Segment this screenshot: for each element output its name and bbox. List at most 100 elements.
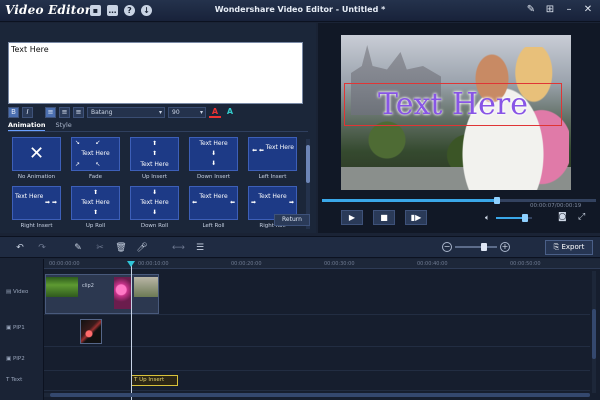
settings-icon[interactable]: ✎ bbox=[525, 4, 537, 16]
pip2-track[interactable] bbox=[44, 347, 590, 371]
export-button[interactable]: ⎘ Export bbox=[545, 240, 593, 255]
volume-knob[interactable] bbox=[521, 214, 528, 222]
effect-up-insert[interactable]: ⬆ ⬆ Text Here Up Insert bbox=[130, 137, 179, 185]
bold-button[interactable]: B bbox=[8, 106, 19, 118]
scrollbar-thumb[interactable] bbox=[50, 393, 590, 397]
fullscreen-icon[interactable]: ⤢ bbox=[578, 212, 585, 222]
effect-thumbnail: Text Here ➡ ➡ bbox=[12, 186, 61, 220]
delete-icon[interactable]: 🗑︎ bbox=[115, 242, 127, 254]
edit-icon[interactable]: ✎ bbox=[72, 242, 84, 254]
record-voice-icon[interactable]: 🎤︎ bbox=[136, 242, 148, 254]
effect-preview-text: Text Here bbox=[199, 140, 228, 147]
stop-button[interactable]: ■ bbox=[373, 210, 395, 225]
return-button[interactable]: Return bbox=[274, 214, 310, 226]
tab-style[interactable]: Style bbox=[55, 121, 71, 131]
split-icon[interactable]: ✂ bbox=[94, 242, 106, 254]
text-track[interactable] bbox=[44, 371, 590, 391]
ruler-tick: 00:00:30:00 bbox=[324, 261, 355, 267]
zoom-out-icon[interactable]: − bbox=[442, 242, 452, 252]
effect-label: Fade bbox=[89, 174, 102, 180]
arrow-down-icon: ⬇ bbox=[210, 150, 217, 157]
italic-button[interactable]: I bbox=[22, 106, 33, 118]
text-input[interactable]: Text Here bbox=[8, 42, 303, 104]
text-clip[interactable]: T Up Insert bbox=[131, 375, 178, 386]
align-left-button[interactable]: ≡ bbox=[45, 106, 56, 118]
scrollbar-thumb[interactable] bbox=[306, 145, 310, 183]
tab-animation[interactable]: Animation bbox=[8, 121, 46, 131]
timeline-vertical-scrollbar[interactable] bbox=[592, 271, 596, 393]
close-icon[interactable]: ✕ bbox=[582, 4, 594, 16]
chat-icon[interactable]: … bbox=[107, 5, 118, 16]
volume-icon[interactable]: 🔈︎ bbox=[485, 213, 490, 223]
effect-fade[interactable]: ↘ ↙ Text Here ↗ ↖ Fade bbox=[71, 137, 120, 185]
effect-up-roll[interactable]: ⬆ Text Here ⬆ Up Roll bbox=[71, 186, 120, 234]
playback-progress[interactable] bbox=[322, 197, 596, 204]
text-overlay[interactable]: Text Here bbox=[344, 83, 562, 126]
effect-label: Left Roll bbox=[202, 223, 225, 229]
progress-knob[interactable] bbox=[494, 197, 501, 204]
minimize-icon[interactable]: – bbox=[563, 4, 575, 16]
clip-thumbnail bbox=[46, 277, 78, 297]
effect-thumbnail: ⬆ ⬆ Text Here bbox=[130, 137, 179, 171]
clip-thumbnail bbox=[114, 277, 132, 309]
help-icon[interactable]: ? bbox=[124, 5, 135, 16]
save-icon[interactable]: ▪ bbox=[90, 5, 101, 16]
cart-icon[interactable]: ⊞ bbox=[544, 4, 556, 16]
scene-detect-icon[interactable]: ☰ bbox=[194, 242, 206, 254]
speed-icon[interactable]: ⟷ bbox=[172, 242, 185, 254]
pip-icon: ▣ bbox=[6, 356, 13, 362]
effect-thumbnail: ✕ bbox=[12, 137, 61, 171]
zoom-in-icon[interactable]: + bbox=[500, 242, 510, 252]
effect-label: Left Insert bbox=[258, 174, 287, 180]
track-name: Text bbox=[11, 377, 23, 383]
effect-left-insert[interactable]: ⬅ ⬅ Text Here Left Insert bbox=[248, 137, 297, 185]
zoom-slider[interactable] bbox=[455, 243, 497, 251]
align-center-button[interactable]: ≡ bbox=[59, 106, 70, 118]
arrow-up-icon: ⬆ bbox=[92, 209, 99, 216]
snapshot-icon[interactable]: ◙ bbox=[558, 212, 567, 222]
redo-icon[interactable]: ↷ bbox=[36, 242, 48, 254]
video-clip[interactable]: clip2 bbox=[45, 274, 159, 314]
scrollbar-thumb[interactable] bbox=[592, 309, 596, 359]
effect-right-insert[interactable]: Text Here ➡ ➡ Right Insert bbox=[12, 186, 61, 234]
download-icon[interactable]: ↓ bbox=[141, 5, 152, 16]
next-frame-button[interactable]: ▮▶ bbox=[405, 210, 427, 225]
font-family-select[interactable]: Batang ▾ bbox=[87, 106, 165, 118]
effect-thumbnail: Text Here ⬇ ⬇ bbox=[189, 137, 238, 171]
effect-down-insert[interactable]: Text Here ⬇ ⬇ Down Insert bbox=[189, 137, 238, 185]
zoom-knob[interactable] bbox=[481, 243, 488, 251]
track-pip1-label: ▣ PIP1 bbox=[6, 325, 25, 331]
effect-preview-text: Text Here bbox=[265, 144, 294, 151]
text-effect-button[interactable]: A bbox=[224, 107, 236, 118]
playhead[interactable] bbox=[131, 262, 132, 400]
video-preview[interactable]: Text Here bbox=[341, 35, 571, 190]
effect-right-roll[interactable]: ➡ Text Here ➡ Right Roll bbox=[248, 186, 297, 234]
timeline-toolbar: ↶ ↷ ✎ ✂ 🗑︎ 🎤︎ ⟷ ☰ − + ⎘ Export bbox=[0, 236, 600, 258]
play-button[interactable]: ▶ bbox=[341, 210, 363, 225]
pip-clip[interactable] bbox=[80, 319, 102, 344]
arrows-in-icon: ↗ ↖ bbox=[75, 161, 101, 168]
effect-left-roll[interactable]: ⬅ Text Here ⬅ Left Roll bbox=[189, 186, 238, 234]
undo-icon[interactable]: ↶ bbox=[14, 242, 26, 254]
align-right-button[interactable]: ≡ bbox=[73, 106, 84, 118]
arrow-right-icon: ➡ bbox=[288, 199, 294, 206]
ruler-tick: 00:00:10:00 bbox=[138, 261, 169, 267]
effect-no-animation[interactable]: ✕ No Animation bbox=[12, 137, 61, 185]
arrow-down-icon: ⬇ bbox=[151, 189, 158, 196]
text-color-button[interactable]: A bbox=[209, 107, 221, 118]
effect-down-roll[interactable]: ⬇ Text Here ⬇ Down Roll bbox=[130, 186, 179, 234]
effect-preview-text: Text Here bbox=[81, 199, 110, 206]
effect-tabs: Animation Style bbox=[8, 121, 72, 131]
pip1-track[interactable] bbox=[44, 315, 590, 347]
effect-thumbnail: ⬇ Text Here ⬇ bbox=[130, 186, 179, 220]
playhead-handle[interactable] bbox=[127, 261, 135, 267]
arrow-down-icon: ⬇ bbox=[151, 209, 158, 216]
progress-fill bbox=[322, 199, 498, 202]
chevron-down-icon: ▾ bbox=[199, 108, 203, 116]
track-text-label: T Text bbox=[6, 377, 22, 383]
font-size-select[interactable]: 90 ▾ bbox=[168, 106, 206, 118]
timeline-horizontal-scrollbar[interactable] bbox=[44, 393, 590, 397]
text-editor-panel: Text Here B I ≡ ≡ ≡ Batang ▾ 90 ▾ A A An… bbox=[0, 23, 316, 233]
volume-slider[interactable] bbox=[496, 214, 532, 222]
track-pip2-label: ▣ PIP2 bbox=[6, 356, 25, 362]
